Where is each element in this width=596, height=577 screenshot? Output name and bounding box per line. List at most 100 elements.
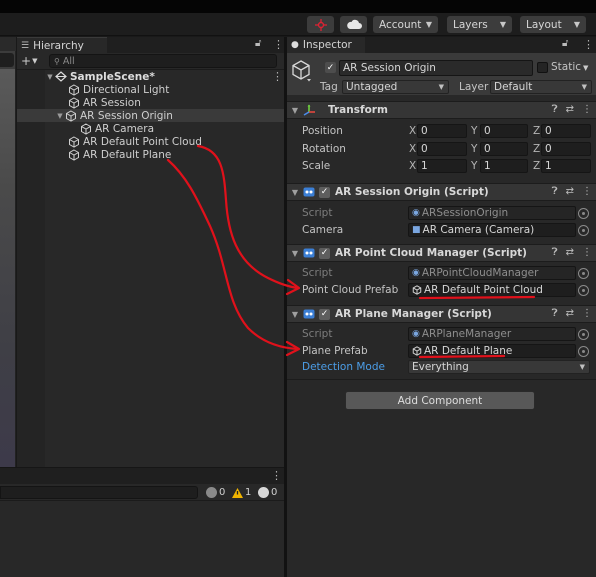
tab-inspector[interactable]: ● Inspector bbox=[287, 37, 365, 53]
kebab-menu-icon[interactable]: ⋮ bbox=[583, 38, 594, 51]
fold-down-icon[interactable]: ▼ bbox=[45, 73, 55, 81]
hierarchy-search-input[interactable]: ⚲ All bbox=[49, 54, 277, 68]
lock-icon[interactable]: 🔓︎ bbox=[255, 38, 261, 49]
object-picker-icon bbox=[578, 208, 589, 219]
search-icon: ⚲ bbox=[54, 56, 60, 66]
transform-header[interactable]: ▼ Transform ❓︎ ⇄ ⋮ bbox=[287, 101, 596, 119]
scale-y-field[interactable]: 1 bbox=[480, 159, 528, 173]
object-name-field[interactable]: AR Session Origin bbox=[339, 60, 533, 76]
hierarchy-item[interactable]: AR Default Point Cloud bbox=[17, 135, 284, 148]
session-origin-header[interactable]: ▼ ✓ AR Session Origin (Script) ❓︎ ⇄ ⋮ bbox=[287, 183, 596, 201]
object-picker-icon[interactable] bbox=[578, 225, 589, 236]
hierarchy-item-label: AR Camera bbox=[95, 122, 155, 135]
help-icon[interactable]: ❓︎ bbox=[552, 104, 558, 115]
fold-down-icon: ▼ bbox=[291, 248, 299, 258]
preset-icon[interactable]: ⇄ bbox=[566, 247, 574, 258]
gameobject-cube-icon bbox=[68, 83, 80, 96]
plane-manager-header[interactable]: ▼ ✓ AR Plane Manager (Script) ❓︎ ⇄ ⋮ bbox=[287, 305, 596, 323]
gameobject-cube-icon[interactable] bbox=[291, 59, 313, 83]
help-icon[interactable]: ❓︎ bbox=[552, 308, 558, 319]
collab-button[interactable] bbox=[307, 16, 334, 33]
hierarchy-item-label: Directional Light bbox=[83, 83, 170, 96]
layout-dropdown[interactable]: Layout ▼ bbox=[520, 16, 586, 33]
plane-prefab-field[interactable]: AR Default Plane bbox=[408, 344, 576, 358]
y-axis-label: Y bbox=[471, 143, 478, 155]
warning-count-toggle[interactable]: 1 bbox=[232, 486, 251, 499]
cloud-button[interactable] bbox=[340, 16, 367, 33]
kebab-menu-icon[interactable]: ⋮ bbox=[272, 70, 283, 83]
position-z-field[interactable]: 0 bbox=[541, 124, 591, 138]
inspector-window: ● Inspector 🔓︎ ⋮ ✓ AR Session Origin Sta… bbox=[287, 37, 596, 577]
position-y-field[interactable]: 0 bbox=[480, 124, 528, 138]
point-cloud-prefab-label: Point Cloud Prefab bbox=[302, 284, 399, 296]
top-bar bbox=[0, 0, 596, 13]
x-axis-label: X bbox=[409, 125, 417, 137]
tab-hierarchy[interactable]: ☰ Hierarchy bbox=[17, 37, 107, 53]
unity-scene-icon bbox=[55, 71, 67, 82]
position-x-field[interactable]: 0 bbox=[417, 124, 467, 138]
preset-icon[interactable]: ⇄ bbox=[566, 308, 574, 319]
chevron-down-icon[interactable]: ▼ bbox=[583, 64, 588, 72]
hierarchy-item[interactable]: Directional Light bbox=[17, 83, 284, 96]
preset-icon[interactable]: ⇄ bbox=[566, 186, 574, 197]
object-picker-icon bbox=[578, 268, 589, 279]
scale-z-field[interactable]: 1 bbox=[541, 159, 591, 173]
error-count-toggle[interactable]: 0 bbox=[258, 486, 277, 499]
scale-x-field[interactable]: 1 bbox=[417, 159, 467, 173]
hierarchy-item[interactable]: AR Default Plane bbox=[17, 148, 284, 161]
main-toolbar: Account ▼ Layers ▼ Layout ▼ bbox=[0, 13, 596, 36]
enabled-checkbox[interactable]: ✓ bbox=[319, 247, 330, 259]
kebab-menu-icon[interactable]: ⋮ bbox=[582, 186, 592, 197]
scene-row[interactable]: ▼ SampleScene* ⋮ bbox=[17, 70, 284, 83]
camera-field[interactable]: ■ AR Camera (Camera) bbox=[408, 223, 576, 237]
script-asset-icon: ◉ bbox=[412, 329, 420, 339]
hierarchy-item-selected[interactable]: ▼ AR Session Origin bbox=[17, 109, 284, 122]
point-cloud-manager-header[interactable]: ▼ ✓ AR Point Cloud Manager (Script) ❓︎ ⇄… bbox=[287, 244, 596, 262]
gameobject-cube-icon bbox=[65, 109, 77, 122]
scene-view[interactable] bbox=[0, 69, 15, 467]
hierarchy-toolbar: + ▼ ⚲ All bbox=[17, 53, 284, 70]
object-name: AR Session Origin bbox=[343, 62, 436, 74]
prefab-cube-icon bbox=[412, 346, 422, 356]
warning-icon bbox=[232, 487, 243, 498]
account-dropdown[interactable]: Account ▼ bbox=[373, 16, 438, 33]
kebab-menu-icon[interactable]: ⋮ bbox=[273, 38, 284, 51]
enabled-checkbox[interactable]: ✓ bbox=[319, 308, 330, 320]
create-button[interactable]: + ▼ bbox=[21, 54, 37, 68]
kebab-menu-icon[interactable]: ⋮ bbox=[582, 308, 592, 319]
lock-icon[interactable]: 🔓︎ bbox=[562, 38, 568, 49]
hierarchy-item[interactable]: AR Camera bbox=[17, 122, 284, 135]
preset-icon[interactable]: ⇄ bbox=[566, 104, 574, 115]
hierarchy-window: ☰ Hierarchy 🔓︎ ⋮ + ▼ ⚲ All ▼ SampleScene*… bbox=[17, 37, 284, 467]
active-checkbox[interactable]: ✓ bbox=[325, 62, 336, 73]
console-search-input[interactable] bbox=[0, 486, 198, 499]
hierarchy-item[interactable]: AR Session bbox=[17, 96, 284, 109]
script-label: Script bbox=[302, 328, 333, 340]
layers-dropdown[interactable]: Layers ▼ bbox=[447, 16, 512, 33]
layer-dropdown[interactable]: Default ▼ bbox=[490, 80, 592, 94]
object-picker-icon[interactable] bbox=[578, 346, 589, 357]
rotation-z-field[interactable]: 0 bbox=[541, 142, 591, 156]
fold-down-icon: ▼ bbox=[291, 105, 299, 115]
console-window: ⋮ 0 1 0 bbox=[0, 467, 284, 577]
tag-dropdown[interactable]: Untagged ▼ bbox=[342, 80, 449, 94]
help-icon[interactable]: ❓︎ bbox=[552, 247, 558, 258]
object-picker-icon[interactable] bbox=[578, 285, 589, 296]
layer-value: Default bbox=[494, 81, 533, 93]
info-count-toggle[interactable]: 0 bbox=[206, 486, 225, 499]
enabled-checkbox[interactable]: ✓ bbox=[319, 186, 330, 198]
point-cloud-prefab-field[interactable]: AR Default Point Cloud bbox=[408, 283, 576, 297]
detection-mode-dropdown[interactable]: Everything ▼ bbox=[408, 360, 590, 374]
static-checkbox[interactable] bbox=[537, 62, 548, 73]
script-field: ◉ ARSessionOrigin bbox=[408, 206, 576, 220]
static-label: Static bbox=[551, 61, 582, 73]
rotation-y-field[interactable]: 0 bbox=[480, 142, 528, 156]
help-icon[interactable]: ❓︎ bbox=[552, 186, 558, 197]
scale-label: Scale bbox=[302, 160, 331, 172]
add-component-button[interactable]: Add Component bbox=[345, 391, 535, 410]
kebab-menu-icon[interactable]: ⋮ bbox=[271, 469, 282, 482]
kebab-menu-icon[interactable]: ⋮ bbox=[582, 104, 592, 115]
kebab-menu-icon[interactable]: ⋮ bbox=[582, 247, 592, 258]
fold-down-icon[interactable]: ▼ bbox=[55, 112, 65, 120]
rotation-x-field[interactable]: 0 bbox=[417, 142, 467, 156]
